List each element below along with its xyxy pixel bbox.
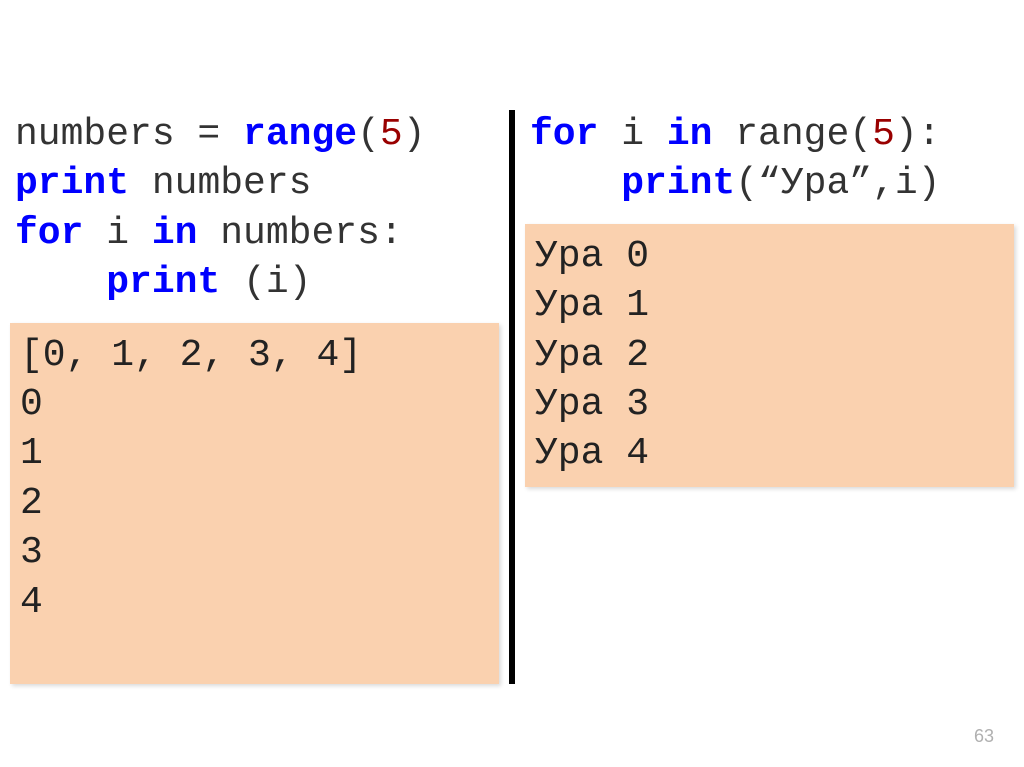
code-text: range( [712, 113, 872, 156]
keyword-range: range [243, 113, 357, 156]
left-code-block: numbers = range(5) print numbers for i i… [10, 110, 499, 308]
slide-content: numbers = range(5) print numbers for i i… [0, 0, 1024, 684]
keyword-in: in [667, 113, 713, 156]
code-text: i [598, 113, 666, 156]
indent [15, 261, 106, 304]
keyword-in: in [152, 212, 198, 255]
right-column: for i in range(5): print(“Ура”,i) Ура 0 … [515, 110, 1014, 684]
code-text: numbers = [15, 113, 243, 156]
code-text: numbers: [197, 212, 402, 255]
code-text: ( [357, 113, 380, 156]
number-literal: 5 [872, 113, 895, 156]
code-text: i [83, 212, 151, 255]
code-text: ): [895, 113, 941, 156]
left-column: numbers = range(5) print numbers for i i… [10, 110, 509, 684]
keyword-print: print [106, 261, 220, 304]
keyword-print: print [621, 162, 735, 205]
page-number: 63 [974, 726, 994, 747]
code-text: numbers [129, 162, 311, 205]
keyword-for: for [15, 212, 83, 255]
right-code-block: for i in range(5): print(“Ура”,i) [525, 110, 1014, 209]
indent [530, 162, 621, 205]
keyword-for: for [530, 113, 598, 156]
code-text: (i) [220, 261, 311, 304]
code-text: ) [403, 113, 426, 156]
number-literal: 5 [380, 113, 403, 156]
keyword-print: print [15, 162, 129, 205]
right-output-box: Ура 0 Ура 1 Ура 2 Ура 3 Ура 4 [525, 224, 1014, 487]
code-text: (“Ура”,i) [735, 162, 940, 205]
left-output-box: [0, 1, 2, 3, 4] 0 1 2 3 4 [10, 323, 499, 685]
